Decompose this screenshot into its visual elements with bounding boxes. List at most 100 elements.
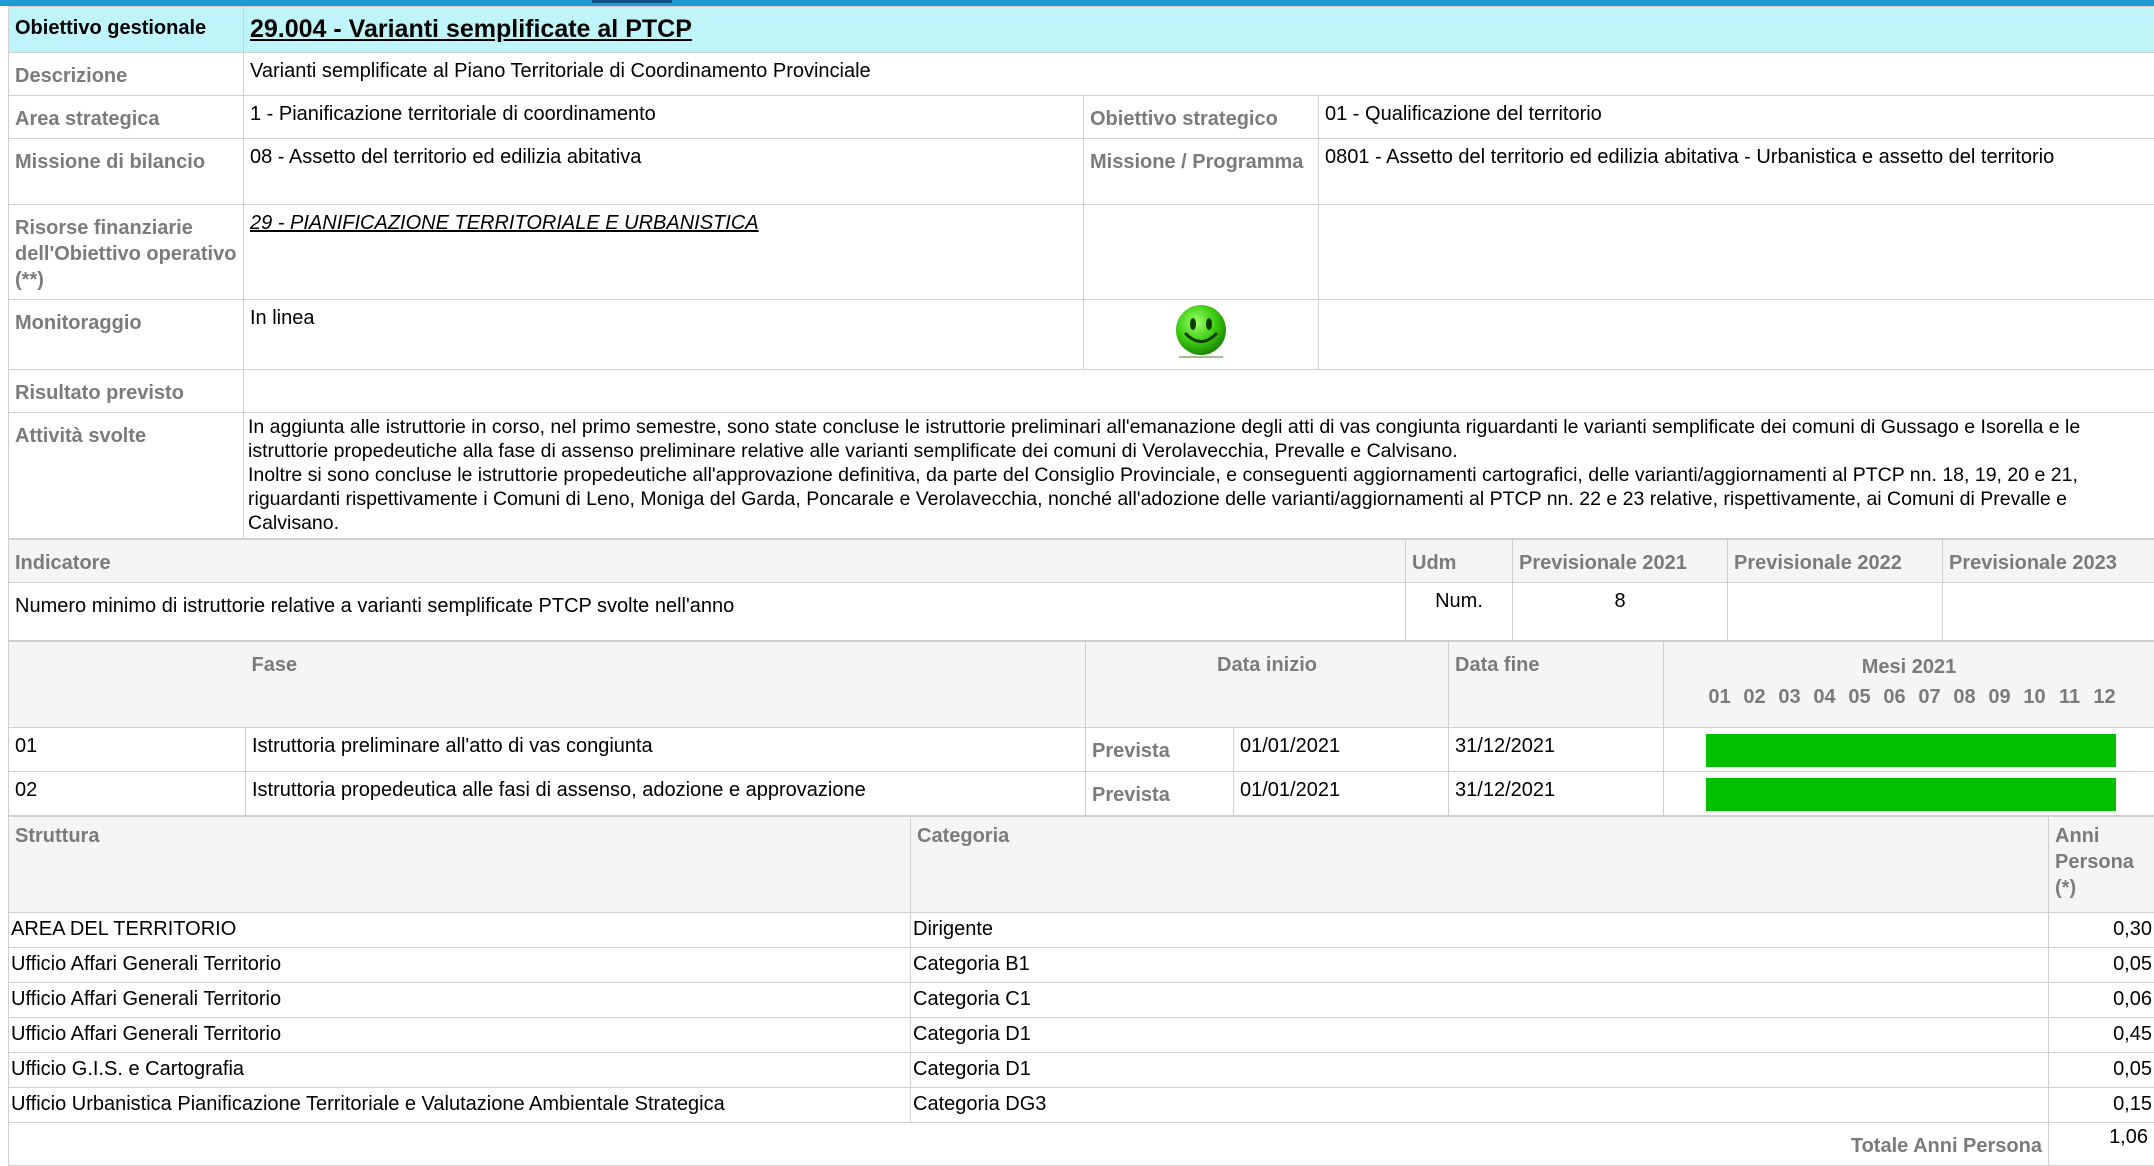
staff-anni-persona: 0,15	[2049, 1088, 2154, 1123]
phase-status: Prevista	[1086, 728, 1234, 772]
area-row: Area strategica 1 - Pianificazione terri…	[9, 96, 2154, 139]
indicator-header-row: Indicatore Udm Previsionale 2021 Previsi…	[9, 540, 2154, 583]
totale-value: 1,06	[2049, 1123, 2154, 1166]
month-label: 12	[2087, 686, 2122, 709]
area-strategica-value: 1 - Pianificazione territoriale di coord…	[244, 96, 1084, 139]
staff-anni-persona: 0,05	[2049, 948, 2154, 983]
staff-table: Struttura Categoria Anni Persona (*) ARE…	[8, 816, 2154, 1166]
udm-header: Udm	[1406, 540, 1513, 583]
attivita-paragraph-2: Inoltre si sono concluse le istruttorie …	[248, 463, 2150, 535]
month-label: 05	[1842, 686, 1877, 709]
staff-row: Ufficio G.I.S. e CartografiaCategoria D1…	[9, 1053, 2154, 1088]
struttura-header: Struttura	[9, 817, 911, 913]
indicatore-header: Indicatore	[9, 540, 1406, 583]
staff-row: Ufficio Affari Generali TerritorioCatego…	[9, 948, 2154, 983]
previsionale-2023-header: Previsionale 2023	[1943, 540, 2154, 583]
attivita-row: Attività svolte In aggiunta alle istrutt…	[9, 413, 2154, 539]
staff-struttura: Ufficio Affari Generali Territorio	[9, 948, 911, 983]
staff-categoria: Categoria C1	[911, 983, 2049, 1018]
staff-categoria: Categoria DG3	[911, 1088, 2049, 1123]
month-label: 01	[1702, 686, 1737, 709]
objective-sheet: Obiettivo gestionale 29.004 - Varianti s…	[8, 6, 2154, 1166]
totale-row: Totale Anni Persona 1,06	[9, 1123, 2154, 1166]
phase-description: Istruttoria preliminare all'atto di vas …	[246, 728, 1086, 772]
month-label: 07	[1912, 686, 1947, 709]
previsionale-2023-value	[1943, 583, 2154, 641]
obiettivo-strategico-value: 01 - Qualificazione del territorio	[1319, 96, 2154, 139]
previsionale-2022-header: Previsionale 2022	[1728, 540, 1943, 583]
missione-programma-value: 0801 - Assetto del territorio ed edilizi…	[1319, 139, 2154, 205]
staff-categoria: Categoria D1	[911, 1053, 2049, 1088]
phase-gantt-bar	[1706, 778, 2116, 811]
descrizione-row: Descrizione Varianti semplificate al Pia…	[9, 53, 2154, 96]
month-label: 03	[1772, 686, 1807, 709]
phase-start-date: 01/01/2021	[1234, 728, 1449, 772]
descrizione-value: Varianti semplificate al Piano Territori…	[244, 53, 2154, 96]
staff-struttura: AREA DEL TERRITORIO	[9, 913, 911, 948]
risultato-label: Risultato previsto	[9, 370, 244, 413]
staff-row: AREA DEL TERRITORIODirigente0,30	[9, 913, 2154, 948]
phase-row-1: 01 Istruttoria preliminare all'atto di v…	[9, 728, 2154, 772]
previsionale-2021-value: 8	[1513, 583, 1728, 641]
top-accent-mark	[592, 0, 672, 3]
month-label: 02	[1737, 686, 1772, 709]
previsionale-2021-header: Previsionale 2021	[1513, 540, 1728, 583]
staff-categoria: Categoria B1	[911, 948, 2049, 983]
phase-description: Istruttoria propedeutica alle fasi di as…	[246, 772, 1086, 816]
indicatore-value: Numero minimo di istruttorie relative a …	[9, 583, 1406, 641]
months-axis: 010203040506070809101112	[1664, 686, 2154, 709]
phase-number: 02	[9, 772, 246, 816]
risorse-empty-cell-1	[1084, 205, 1319, 300]
risorse-empty-cell-2	[1319, 205, 2154, 300]
missione-value: 08 - Assetto del territorio ed edilizia …	[244, 139, 1084, 205]
month-label: 06	[1877, 686, 1912, 709]
staff-struttura: Ufficio Affari Generali Territorio	[9, 983, 911, 1018]
previsionale-2022-value	[1728, 583, 1943, 641]
staff-anni-persona: 0,05	[2049, 1053, 2154, 1088]
month-label: 09	[1982, 686, 2017, 709]
staff-categoria: Dirigente	[911, 913, 2049, 948]
data-fine-header: Data fine	[1449, 642, 1664, 728]
totale-label: Totale Anni Persona	[9, 1123, 2049, 1166]
objective-label: Obiettivo gestionale	[9, 7, 244, 53]
phase-start-date: 01/01/2021	[1234, 772, 1449, 816]
staff-categoria: Categoria D1	[911, 1018, 2049, 1053]
staff-struttura: Ufficio Urbanistica Pianificazione Terri…	[9, 1088, 911, 1123]
missione-row: Missione di bilancio 08 - Assetto del te…	[9, 139, 2154, 205]
obiettivo-strategico-label: Obiettivo strategico	[1084, 96, 1319, 139]
staff-anni-persona: 0,06	[2049, 983, 2154, 1018]
phases-header-row: Fase Data inizio Data fine Mesi 2021 010…	[9, 642, 2154, 728]
objective-header-row: Obiettivo gestionale 29.004 - Varianti s…	[9, 7, 2154, 53]
staff-anni-persona: 0,45	[2049, 1018, 2154, 1053]
categoria-header: Categoria	[911, 817, 2049, 913]
phase-number: 01	[9, 728, 246, 772]
risorse-label: Risorse finanziarie dell'Obiettivo opera…	[9, 205, 244, 300]
month-label: 10	[2017, 686, 2052, 709]
staff-row: Ufficio Affari Generali TerritorioCatego…	[9, 1018, 2154, 1053]
attivita-label: Attività svolte	[9, 413, 244, 539]
area-strategica-label: Area strategica	[9, 96, 244, 139]
phase-status: Prevista	[1086, 772, 1234, 816]
risorse-link[interactable]: 29 - PIANIFICAZIONE TERRITORIALE E URBAN…	[250, 212, 759, 234]
staff-header-row: Struttura Categoria Anni Persona (*)	[9, 817, 2154, 913]
risultato-value	[244, 370, 2154, 413]
staff-row: Ufficio Urbanistica Pianificazione Terri…	[9, 1088, 2154, 1123]
month-label: 04	[1807, 686, 1842, 709]
phases-table: Fase Data inizio Data fine Mesi 2021 010…	[8, 641, 2154, 816]
objective-title-link[interactable]: 29.004 - Varianti semplificate al PTCP	[250, 15, 692, 43]
anni-persona-header: Anni Persona (*)	[2049, 817, 2154, 913]
phase-end-date: 31/12/2021	[1449, 772, 1664, 816]
indicator-table: Indicatore Udm Previsionale 2021 Previsi…	[8, 539, 2154, 641]
phase-gantt-bar	[1706, 734, 2116, 767]
udm-value: Num.	[1406, 583, 1513, 641]
risorse-row: Risorse finanziarie dell'Obiettivo opera…	[9, 205, 2154, 300]
missione-programma-label: Missione / Programma	[1084, 139, 1319, 205]
data-inizio-header: Data inizio	[1086, 642, 1449, 728]
staff-row: Ufficio Affari Generali TerritorioCatego…	[9, 983, 2154, 1018]
monitoraggio-value: In linea	[244, 300, 1084, 370]
fase-header: Fase	[246, 642, 1086, 728]
indicator-row: Numero minimo di istruttorie relative a …	[9, 583, 2154, 641]
descrizione-label: Descrizione	[9, 53, 244, 96]
phase-end-date: 31/12/2021	[1449, 728, 1664, 772]
staff-struttura: Ufficio G.I.S. e Cartografia	[9, 1053, 911, 1088]
